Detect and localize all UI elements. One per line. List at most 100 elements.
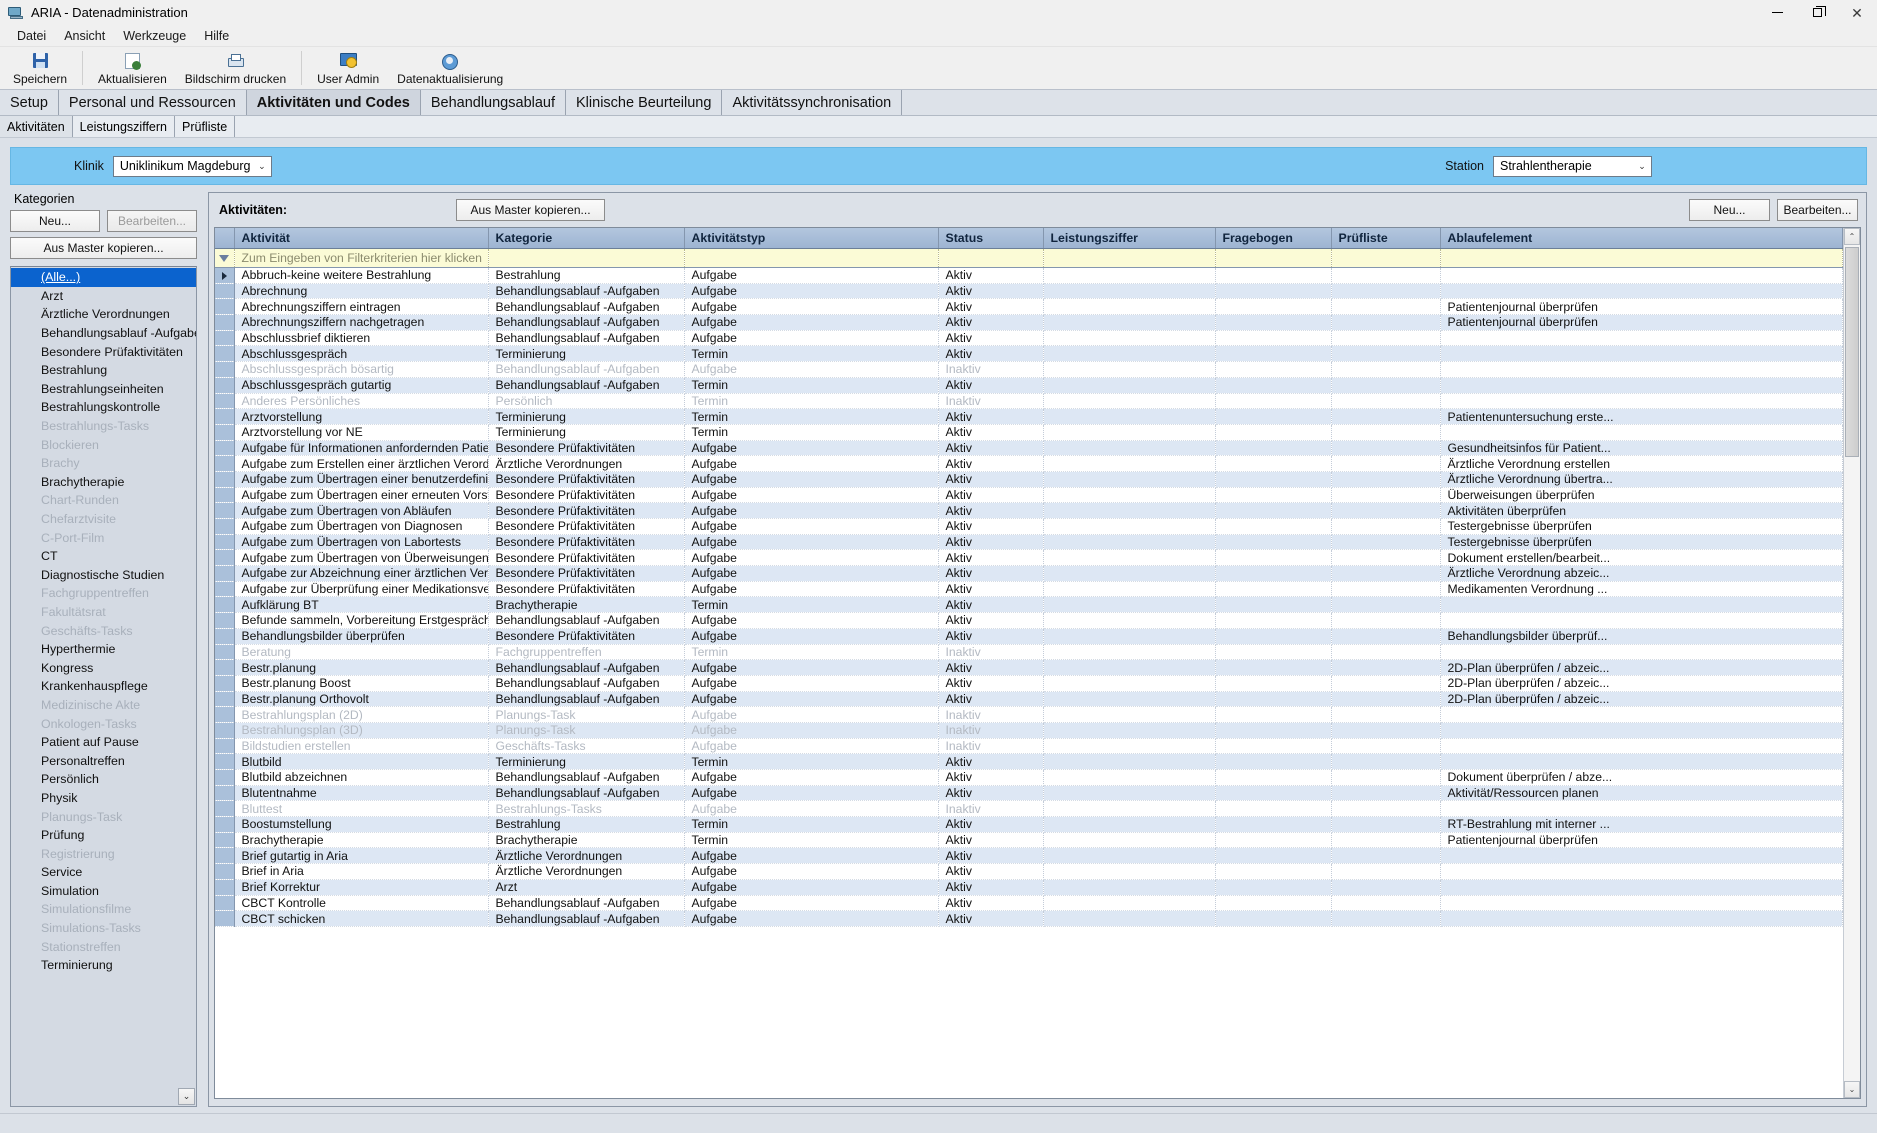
filter-row[interactable]: Zum Eingeben von Filterkriterien hier kl… xyxy=(215,249,1843,268)
menu-werkzeuge[interactable]: Werkzeuge xyxy=(114,26,195,46)
scrollbar-track[interactable] xyxy=(1844,245,1860,1081)
table-row[interactable]: CBCT KontrolleBehandlungsablauf -Aufgabe… xyxy=(215,895,1843,911)
row-selector-cell[interactable] xyxy=(215,268,234,284)
row-selector-cell[interactable] xyxy=(215,299,234,315)
row-selector-cell[interactable] xyxy=(215,660,234,676)
table-row[interactable]: Abrechnungsziffern eintragenBehandlungsa… xyxy=(215,299,1843,315)
category-item[interactable]: Hyperthermie xyxy=(11,640,196,659)
row-selector-cell[interactable] xyxy=(215,738,234,754)
row-selector-cell[interactable] xyxy=(215,785,234,801)
table-row[interactable]: Brief gutartig in AriaÄrztliche Verordnu… xyxy=(215,848,1843,864)
row-selector-cell[interactable] xyxy=(215,581,234,597)
category-item[interactable]: Registrierung xyxy=(11,844,196,863)
category-item[interactable]: Geschäfts-Tasks xyxy=(11,621,196,640)
row-selector-cell[interactable] xyxy=(215,393,234,409)
table-row[interactable]: Behandlungsbilder überprüfenBesondere Pr… xyxy=(215,628,1843,644)
category-item[interactable]: Simulation xyxy=(11,882,196,901)
row-selector-cell[interactable] xyxy=(215,911,234,927)
row-selector-cell[interactable] xyxy=(215,848,234,864)
category-item[interactable]: Bestrahlung xyxy=(11,361,196,380)
row-selector-cell[interactable] xyxy=(215,722,234,738)
category-item[interactable]: Physik xyxy=(11,789,196,808)
row-selector-cell[interactable] xyxy=(215,691,234,707)
row-selector-cell[interactable] xyxy=(215,471,234,487)
row-selector-cell[interactable] xyxy=(215,817,234,833)
row-selector-cell[interactable] xyxy=(215,456,234,472)
scroll-up-button[interactable]: ⌃ xyxy=(1844,228,1860,245)
categories-scroll-down-button[interactable]: ⌄ xyxy=(178,1088,195,1105)
row-selector-cell[interactable] xyxy=(215,879,234,895)
activity-copy-from-master-button[interactable]: Aus Master kopieren... xyxy=(456,199,605,221)
table-row[interactable]: Befunde sammeln, Vorbereitung Erstgesprä… xyxy=(215,613,1843,629)
refresh-button[interactable]: Aktualisieren xyxy=(89,47,176,89)
row-selector-cell[interactable] xyxy=(215,832,234,848)
table-row[interactable]: Abschlussgespräch bösartigBehandlungsabl… xyxy=(215,362,1843,378)
row-selector-cell[interactable] xyxy=(215,644,234,660)
activity-new-button[interactable]: Neu... xyxy=(1689,199,1770,221)
row-selector-cell[interactable] xyxy=(215,487,234,503)
row-selector-cell[interactable] xyxy=(215,362,234,378)
category-item[interactable]: Besondere Prüfaktivitäten xyxy=(11,342,196,361)
category-item[interactable]: Kongress xyxy=(11,658,196,677)
table-row[interactable]: Aufgabe zur Überprüfung einer Medikation… xyxy=(215,581,1843,597)
row-selector-cell[interactable] xyxy=(215,895,234,911)
category-item[interactable]: Chart-Runden xyxy=(11,491,196,510)
table-row[interactable]: Bestr.planung BoostBehandlungsablauf -Au… xyxy=(215,675,1843,691)
table-row[interactable]: AbschlussgesprächTerminierungTerminAktiv xyxy=(215,346,1843,362)
table-row[interactable]: Bildstudien erstellenGeschäfts-TasksAufg… xyxy=(215,738,1843,754)
row-selector-cell[interactable] xyxy=(215,566,234,582)
row-selector-cell[interactable] xyxy=(215,754,234,770)
filter-input-leistungsziffer[interactable] xyxy=(1043,249,1215,268)
category-item[interactable]: Patient auf Pause xyxy=(11,733,196,752)
table-row[interactable]: BrachytherapieBrachytherapieTerminAktivP… xyxy=(215,832,1843,848)
table-row[interactable]: BlutentnahmeBehandlungsablauf -AufgabenA… xyxy=(215,785,1843,801)
table-row[interactable]: CBCT schickenBehandlungsablauf -Aufgaben… xyxy=(215,911,1843,927)
category-item[interactable]: Service xyxy=(11,863,196,882)
data-update-button[interactable]: Datenaktualisierung xyxy=(388,47,512,89)
tab-behandlungsablauf[interactable]: Behandlungsablauf xyxy=(421,90,566,115)
table-row[interactable]: Aufgabe zur Abzeichnung einer ärztlichen… xyxy=(215,566,1843,582)
row-selector-cell[interactable] xyxy=(215,346,234,362)
row-selector-cell[interactable] xyxy=(215,675,234,691)
tab-klinische-beurteilung[interactable]: Klinische Beurteilung xyxy=(566,90,722,115)
table-row[interactable]: Aufgabe zum Übertragen einer benutzerdef… xyxy=(215,471,1843,487)
filter-input-aktivitaet[interactable]: Zum Eingeben von Filterkriterien hier kl… xyxy=(234,249,488,268)
row-selector-cell[interactable] xyxy=(215,330,234,346)
category-edit-button[interactable]: Bearbeiten... xyxy=(107,210,197,232)
table-row[interactable]: Bestrahlungsplan (2D)Planungs-TaskAufgab… xyxy=(215,707,1843,723)
table-row[interactable]: Aufgabe zum Übertragen von AbläufenBeson… xyxy=(215,503,1843,519)
row-selector-cell[interactable] xyxy=(215,801,234,817)
tab-setup[interactable]: Setup xyxy=(0,90,59,115)
row-selector-cell[interactable] xyxy=(215,628,234,644)
table-row[interactable]: Abrechnungsziffern nachgetragenBehandlun… xyxy=(215,315,1843,331)
table-row[interactable]: Abschlussbrief diktierenBehandlungsablau… xyxy=(215,330,1843,346)
category-item[interactable]: Onkologen-Tasks xyxy=(11,714,196,733)
category-item[interactable]: C-Port-Film xyxy=(11,528,196,547)
table-row[interactable]: Aufklärung BTBrachytherapieTerminAktiv xyxy=(215,597,1843,613)
category-item[interactable]: Bestrahlungskontrolle xyxy=(11,398,196,417)
table-row[interactable]: Bestrahlungsplan (3D)Planungs-TaskAufgab… xyxy=(215,722,1843,738)
category-item[interactable]: Medizinische Akte xyxy=(11,696,196,715)
filter-input-kategorie[interactable] xyxy=(488,249,684,268)
table-row[interactable]: Aufgabe zum Übertragen von LabortestsBes… xyxy=(215,534,1843,550)
print-screen-button[interactable]: Bildschirm drucken xyxy=(176,47,295,89)
filter-input-ablaufelement[interactable] xyxy=(1440,249,1843,268)
menu-hilfe[interactable]: Hilfe xyxy=(195,26,238,46)
category-item[interactable]: CT xyxy=(11,547,196,566)
category-item[interactable]: Simulations-Tasks xyxy=(11,919,196,938)
table-row[interactable]: Abschlussgespräch gutartigBehandlungsabl… xyxy=(215,377,1843,393)
table-row[interactable]: Aufgabe für Informationen anfordernden P… xyxy=(215,440,1843,456)
category-item[interactable]: Terminierung xyxy=(11,956,196,975)
maximize-button[interactable] xyxy=(1797,0,1837,25)
filter-input-fragebogen[interactable] xyxy=(1215,249,1331,268)
category-item[interactable]: Bestrahlungseinheiten xyxy=(11,380,196,399)
table-row[interactable]: BluttestBestrahlungs-TasksAufgabeInaktiv xyxy=(215,801,1843,817)
categories-list[interactable]: (Alle...)ArztÄrztliche VerordnungenBehan… xyxy=(10,266,197,1107)
filter-input-pruefliste[interactable] xyxy=(1331,249,1440,268)
column-header-kategorie[interactable]: Kategorie xyxy=(488,228,684,249)
table-row[interactable]: Bestr.planung OrthovoltBehandlungsablauf… xyxy=(215,691,1843,707)
subtab-leistungsziffern[interactable]: Leistungsziffern xyxy=(73,116,175,137)
row-selector-cell[interactable] xyxy=(215,534,234,550)
category-item[interactable]: Arzt xyxy=(11,287,196,306)
column-header-aktivitaetstyp[interactable]: Aktivitätstyp xyxy=(684,228,938,249)
